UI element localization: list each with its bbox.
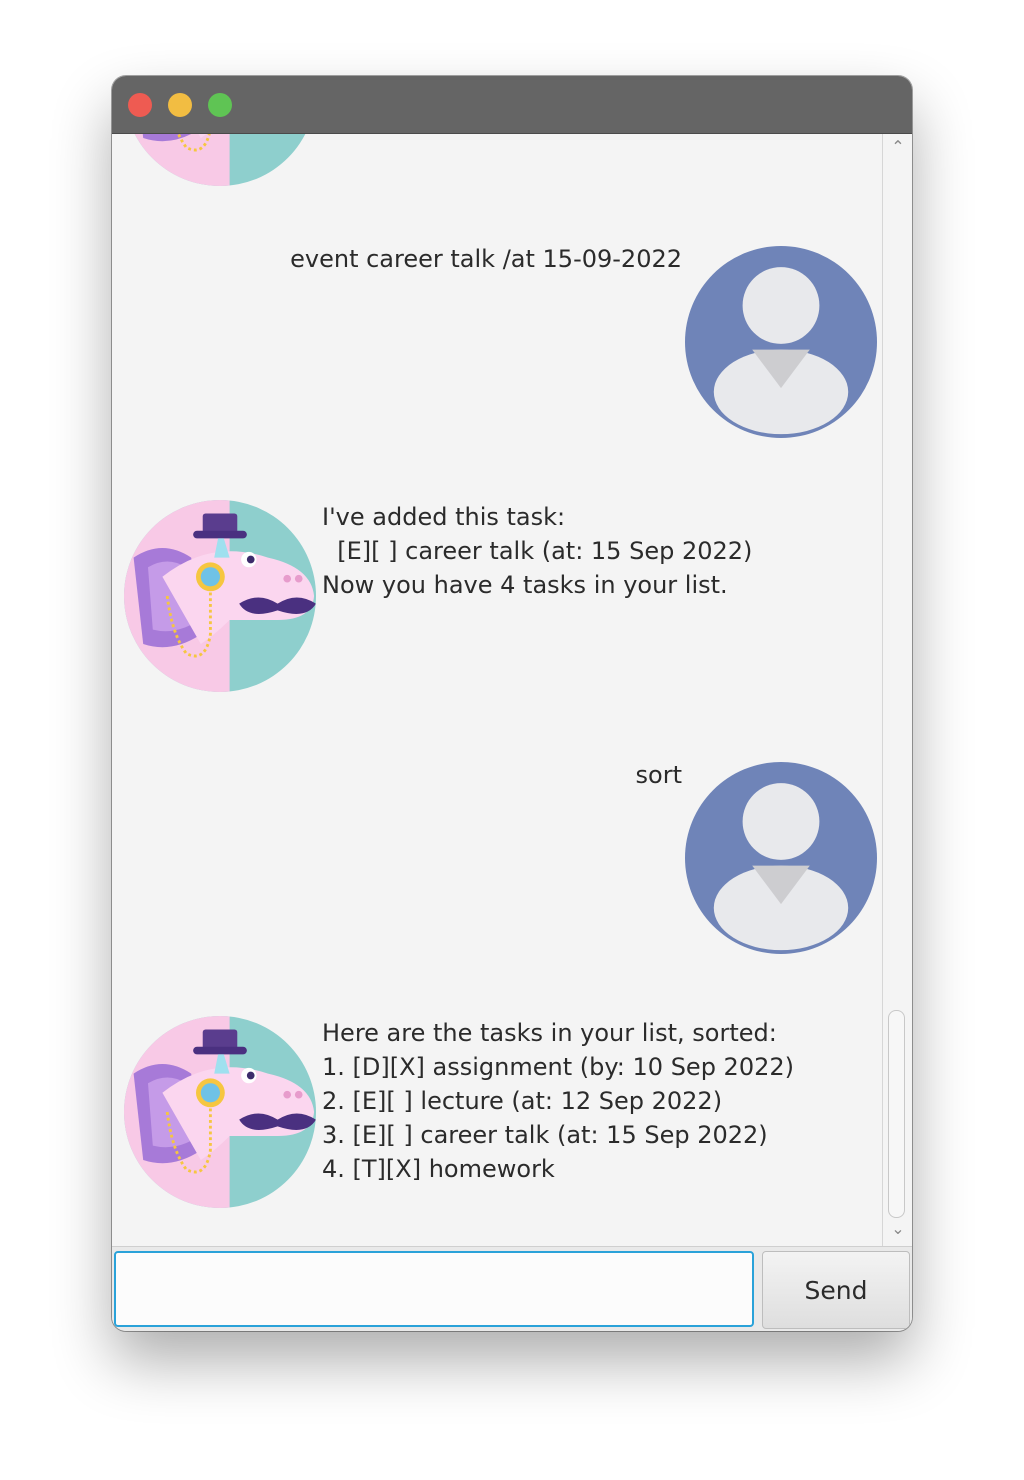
- user-avatar-icon: [685, 762, 877, 954]
- app-window: event career talk /at 15-09-2022 I've ad…: [112, 76, 912, 1331]
- user-message: event career talk /at 15-09-2022: [290, 245, 682, 273]
- chevron-down-icon[interactable]: ⌄: [891, 1221, 905, 1237]
- close-button[interactable]: [128, 93, 152, 117]
- bot-message: I've added this task: [E][ ] career talk…: [322, 503, 753, 599]
- vertical-scrollbar[interactable]: ⌃ ⌄: [882, 134, 912, 1246]
- input-bar: Send: [112, 1246, 912, 1331]
- chat-scroll-pane[interactable]: event career talk /at 15-09-2022 I've ad…: [112, 134, 882, 1246]
- message-input[interactable]: [114, 1251, 754, 1327]
- unicorn-avatar-icon: [124, 134, 316, 186]
- user-avatar-icon: [685, 246, 877, 438]
- chevron-up-icon[interactable]: ⌃: [891, 139, 905, 155]
- scrollbar-thumb[interactable]: [888, 1010, 905, 1218]
- minimize-button[interactable]: [168, 93, 192, 117]
- unicorn-avatar-icon: [124, 500, 316, 692]
- title-bar: [112, 76, 912, 134]
- user-message: sort: [635, 761, 682, 789]
- zoom-button[interactable]: [208, 93, 232, 117]
- bot-message: Here are the tasks in your list, sorted:…: [322, 1019, 794, 1183]
- unicorn-avatar-icon: [124, 1016, 316, 1208]
- send-button[interactable]: Send: [762, 1251, 910, 1329]
